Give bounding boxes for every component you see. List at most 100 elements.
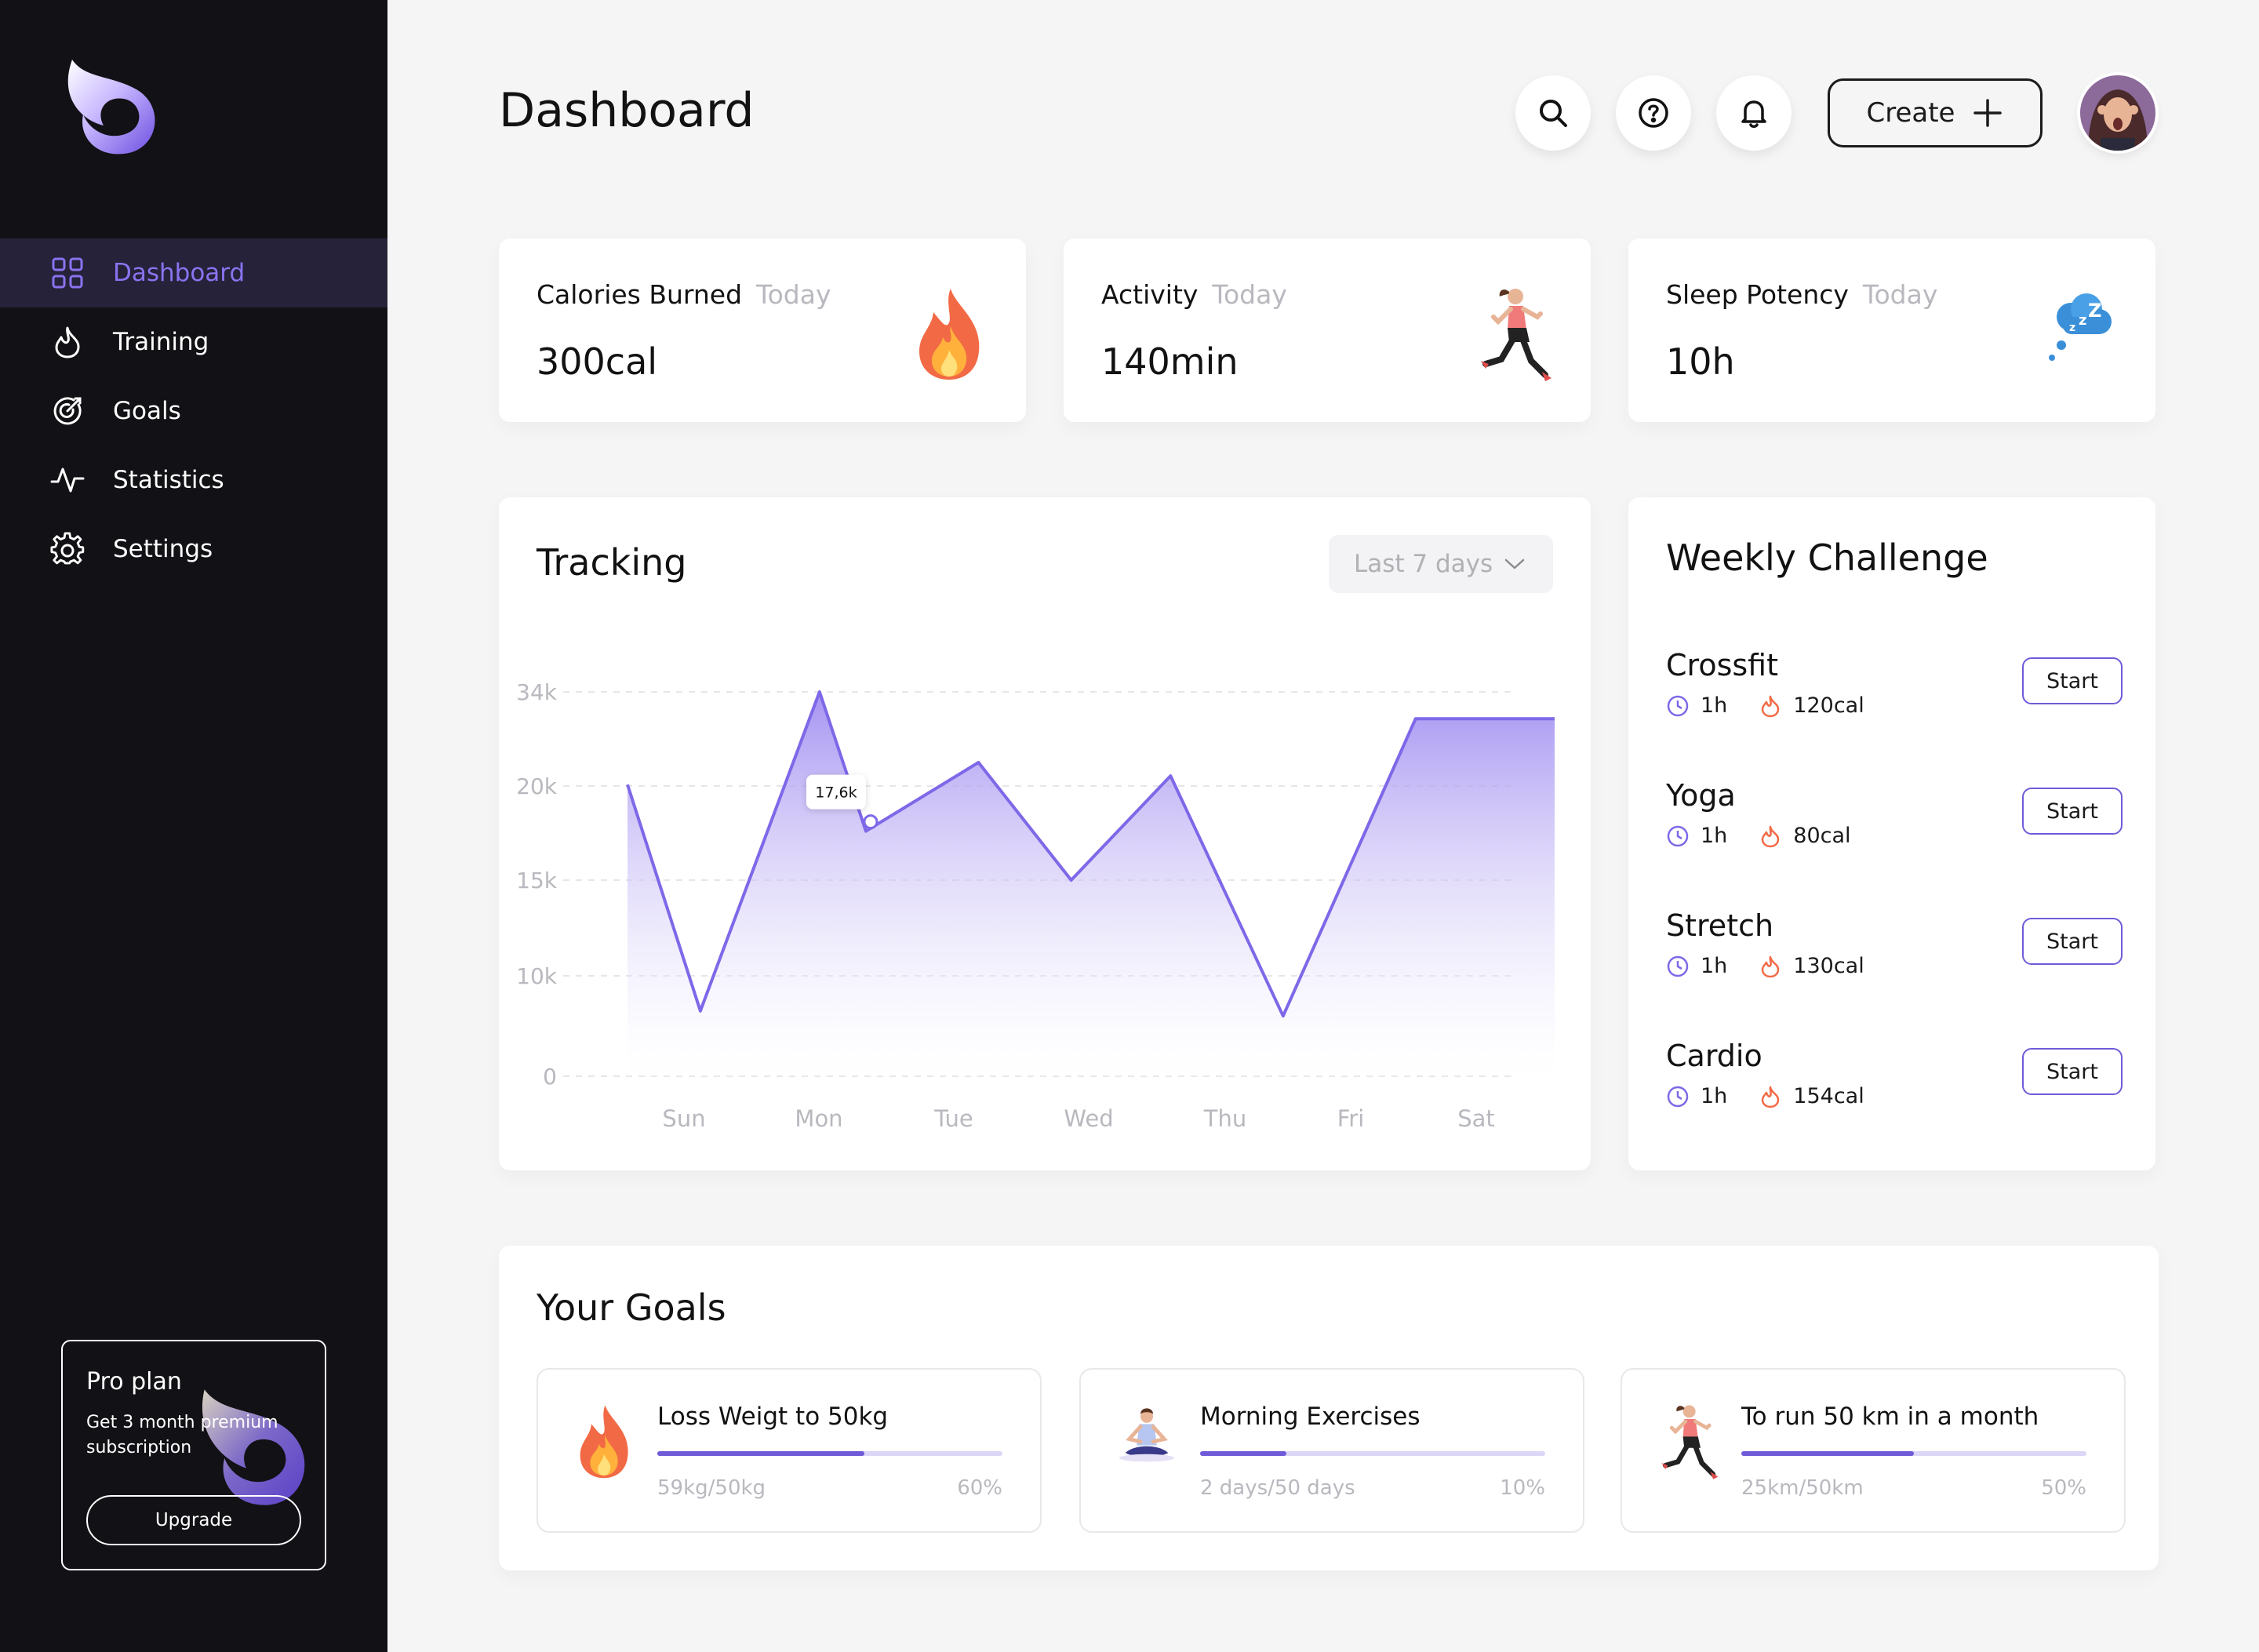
upgrade-button[interactable]: Upgrade bbox=[86, 1495, 301, 1545]
challenge-name: Yoga bbox=[1666, 778, 1736, 813]
runner-illustration bbox=[1481, 289, 1551, 381]
goal-progress-fill bbox=[1741, 1451, 1914, 1456]
stat-value: 10h bbox=[1666, 340, 1735, 383]
help-button[interactable] bbox=[1616, 75, 1691, 151]
goals-card: Your Goals Loss Weigt to 50kg 59kg/50kg … bbox=[499, 1246, 2159, 1570]
svg-text:z: z bbox=[2079, 312, 2086, 329]
sidebar-item-settings[interactable]: Settings bbox=[0, 515, 387, 584]
challenge-time: 1h bbox=[1701, 954, 1728, 978]
x-tick-label: Fri bbox=[1337, 1105, 1365, 1132]
sidebar-item-label: Training bbox=[113, 328, 209, 356]
goal-item[interactable]: Morning Exercises 2 days/50 days 10% bbox=[1079, 1368, 1584, 1533]
challenge-name: Crossfit bbox=[1666, 648, 1779, 682]
challenge-cal: 130cal bbox=[1793, 954, 1864, 978]
x-tick-label: Tue bbox=[933, 1105, 973, 1132]
start-button[interactable]: Start bbox=[2022, 788, 2123, 835]
x-tick-label: Sun bbox=[662, 1105, 705, 1132]
gear-icon bbox=[50, 532, 85, 566]
goal-progress-track bbox=[1200, 1451, 1545, 1456]
goal-progress-track bbox=[657, 1451, 1002, 1456]
chart-area bbox=[628, 692, 1555, 1076]
fire-illustration bbox=[580, 1405, 628, 1479]
flame-icon bbox=[50, 325, 85, 359]
avatar[interactable] bbox=[2080, 75, 2155, 151]
goal-title: Loss Weigt to 50kg bbox=[657, 1403, 889, 1431]
stat-card-calories: Calories Burned Today 300cal bbox=[499, 238, 1026, 422]
stat-label: Activity Today bbox=[1101, 279, 1287, 310]
challenge-name: Stretch bbox=[1666, 908, 1774, 943]
user-avatar-image bbox=[2080, 75, 2155, 151]
goal-progress-text: 25km/50km bbox=[1741, 1476, 1864, 1500]
clock-icon bbox=[1667, 695, 1689, 716]
sidebar-nav: Dashboard Training Goals Statistics Sett… bbox=[0, 238, 387, 584]
y-tick-label: 10k bbox=[516, 963, 558, 989]
chart-tooltip-point[interactable] bbox=[863, 814, 878, 830]
grid-icon bbox=[50, 256, 85, 290]
challenge-time: 1h bbox=[1701, 1084, 1728, 1108]
y-tick-label: 0 bbox=[543, 1064, 557, 1090]
challenge-meta: 1h 154cal bbox=[1666, 1084, 1864, 1108]
goal-item[interactable]: To run 50 km in a month 25km/50km 50% bbox=[1621, 1368, 2126, 1533]
goal-progress-percent: 60% bbox=[957, 1476, 1002, 1500]
clock-icon bbox=[1667, 825, 1689, 846]
goal-progress-percent: 50% bbox=[2041, 1476, 2086, 1500]
challenge-item: Cardio 1h 154cal Start bbox=[1666, 1039, 2123, 1125]
y-tick-label: 20k bbox=[516, 773, 558, 799]
goals-title: Your Goals bbox=[537, 1286, 726, 1329]
goal-progress-track bbox=[1741, 1451, 2086, 1456]
sidebar-item-dashboard[interactable]: Dashboard bbox=[0, 238, 387, 307]
challenge-time: 1h bbox=[1701, 824, 1728, 848]
goal-progress-fill bbox=[657, 1451, 864, 1456]
clock-icon bbox=[1667, 1086, 1689, 1107]
create-button[interactable]: Create bbox=[1828, 78, 2043, 147]
y-tick-label: 34k bbox=[516, 679, 558, 705]
bell-icon bbox=[1741, 100, 1766, 128]
stat-card-sleep: Sleep Potency Today 10h z z Z bbox=[1628, 238, 2155, 422]
yoga-illustration bbox=[1119, 1408, 1175, 1462]
chart-tooltip-label: 17,6k bbox=[815, 784, 857, 802]
challenge-meta: 1h 120cal bbox=[1666, 693, 1864, 718]
flame-icon bbox=[1762, 955, 1780, 977]
challenge-item: Stretch 1h 130cal Start bbox=[1666, 908, 2123, 995]
search-button[interactable] bbox=[1515, 75, 1591, 151]
svg-text:Z: Z bbox=[2088, 300, 2101, 322]
help-icon bbox=[1639, 98, 1668, 128]
start-button[interactable]: Start bbox=[2022, 657, 2123, 704]
pulse-icon bbox=[50, 463, 85, 497]
x-tick-label: Wed bbox=[1064, 1105, 1113, 1132]
pro-plan-title: Pro plan bbox=[86, 1368, 182, 1395]
page-title: Dashboard bbox=[499, 83, 755, 138]
x-tick-label: Mon bbox=[795, 1105, 842, 1132]
y-tick-label: 15k bbox=[516, 868, 558, 893]
sidebar-item-goals[interactable]: Goals bbox=[0, 377, 387, 446]
start-button[interactable]: Start bbox=[2022, 918, 2123, 965]
sidebar-item-statistics[interactable]: Statistics bbox=[0, 446, 387, 515]
x-tick-label: Sat bbox=[1457, 1105, 1495, 1132]
svg-text:z: z bbox=[2069, 322, 2075, 334]
goal-item[interactable]: Loss Weigt to 50kg 59kg/50kg 60% bbox=[537, 1368, 1042, 1533]
goal-progress-fill bbox=[1200, 1451, 1286, 1456]
challenge-item: Crossfit 1h 120cal Start bbox=[1666, 648, 2123, 734]
flame-icon bbox=[1762, 1086, 1780, 1108]
stat-label: Calories Burned Today bbox=[537, 279, 831, 310]
weekly-challenge-card: Weekly Challenge Crossfit 1h 120cal Star… bbox=[1628, 497, 2155, 1170]
flame-icon bbox=[1762, 695, 1780, 717]
start-button[interactable]: Start bbox=[2022, 1048, 2123, 1095]
challenge-cal: 120cal bbox=[1793, 693, 1864, 718]
stat-label: Sleep Potency Today bbox=[1666, 279, 1938, 310]
clock-icon bbox=[1667, 955, 1689, 977]
stat-value: 140min bbox=[1101, 340, 1239, 383]
x-tick-label: Thu bbox=[1203, 1105, 1246, 1132]
search-icon bbox=[1540, 100, 1567, 127]
sidebar-item-label: Dashboard bbox=[113, 259, 246, 287]
sidebar-item-label: Goals bbox=[113, 397, 181, 425]
target-icon bbox=[50, 394, 85, 428]
create-label: Create bbox=[1866, 97, 1955, 129]
sidebar-item-label: Settings bbox=[113, 535, 213, 563]
challenge-time: 1h bbox=[1701, 693, 1728, 718]
weekly-challenge-title: Weekly Challenge bbox=[1666, 537, 1988, 579]
flame-icon bbox=[1762, 825, 1780, 847]
sidebar: Dashboard Training Goals Statistics Sett… bbox=[0, 0, 387, 1652]
notifications-button[interactable] bbox=[1716, 75, 1792, 151]
sidebar-item-training[interactable]: Training bbox=[0, 307, 387, 377]
